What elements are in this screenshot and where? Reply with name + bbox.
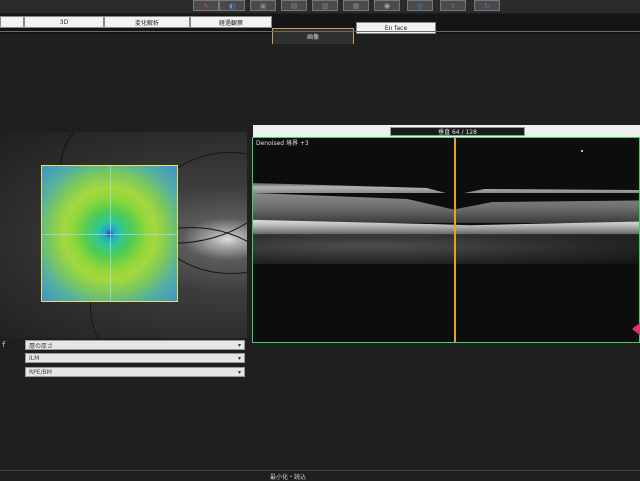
thickness-type-select[interactable]: 層の厚さ ▾ (25, 340, 245, 350)
choroid-layer (253, 234, 639, 264)
retina-layer (253, 193, 639, 223)
tab-en-face[interactable]: En face (356, 22, 436, 34)
thickness-map[interactable] (41, 165, 178, 302)
crosshair-vertical (109, 166, 111, 301)
tab-change-analysis[interactable]: 変化解析 (104, 16, 190, 28)
scan-position-cursor[interactable] (454, 138, 456, 342)
bottom-divider (0, 470, 640, 471)
tab-follow-up[interactable]: 経過観察 (190, 16, 272, 28)
tab-3d[interactable]: 3D (24, 16, 104, 28)
export-icon[interactable]: ⇪ (440, 0, 466, 11)
fundus-image[interactable] (0, 132, 247, 338)
dropdown-marker: ｆ (0, 341, 7, 349)
toolbar: ✎ ◐ ▣ ▤ ▥ ▦ ◉ ◎ ⇪ ↻ (0, 0, 640, 13)
slice-indicator[interactable]: 垂直 64 / 128 (390, 127, 525, 136)
chevron-down-icon: ▾ (237, 342, 241, 349)
eye-icon[interactable]: ◎ (407, 0, 433, 11)
lower-boundary-select[interactable]: RPE/BM ▾ (25, 367, 245, 377)
upper-boundary-select[interactable]: ILM ▾ (25, 353, 245, 363)
window-icon-3[interactable]: ▥ (312, 0, 338, 11)
tab-divider (0, 31, 640, 32)
rnfl-layer (253, 183, 639, 193)
window-icon-4[interactable]: ▦ (343, 0, 369, 11)
chevron-down-icon: ▾ (237, 369, 241, 376)
refresh-icon[interactable]: ↻ (474, 0, 500, 11)
globe-icon[interactable]: ◐ (219, 0, 245, 11)
marker-dot (581, 150, 583, 152)
chevron-down-icon: ▾ (237, 355, 241, 362)
scan-label: Denoised 境界 +3 (256, 140, 309, 147)
window-icon-1[interactable]: ▣ (250, 0, 276, 11)
tab-blank[interactable] (0, 16, 24, 28)
tools-icon[interactable]: ✎ (193, 0, 219, 11)
oct-bscan[interactable]: Denoised 境界 +3 (252, 137, 640, 343)
pink-arrow-icon[interactable] (632, 322, 640, 336)
window-icon-2[interactable]: ▤ (281, 0, 307, 11)
camera-icon[interactable]: ◉ (374, 0, 400, 11)
